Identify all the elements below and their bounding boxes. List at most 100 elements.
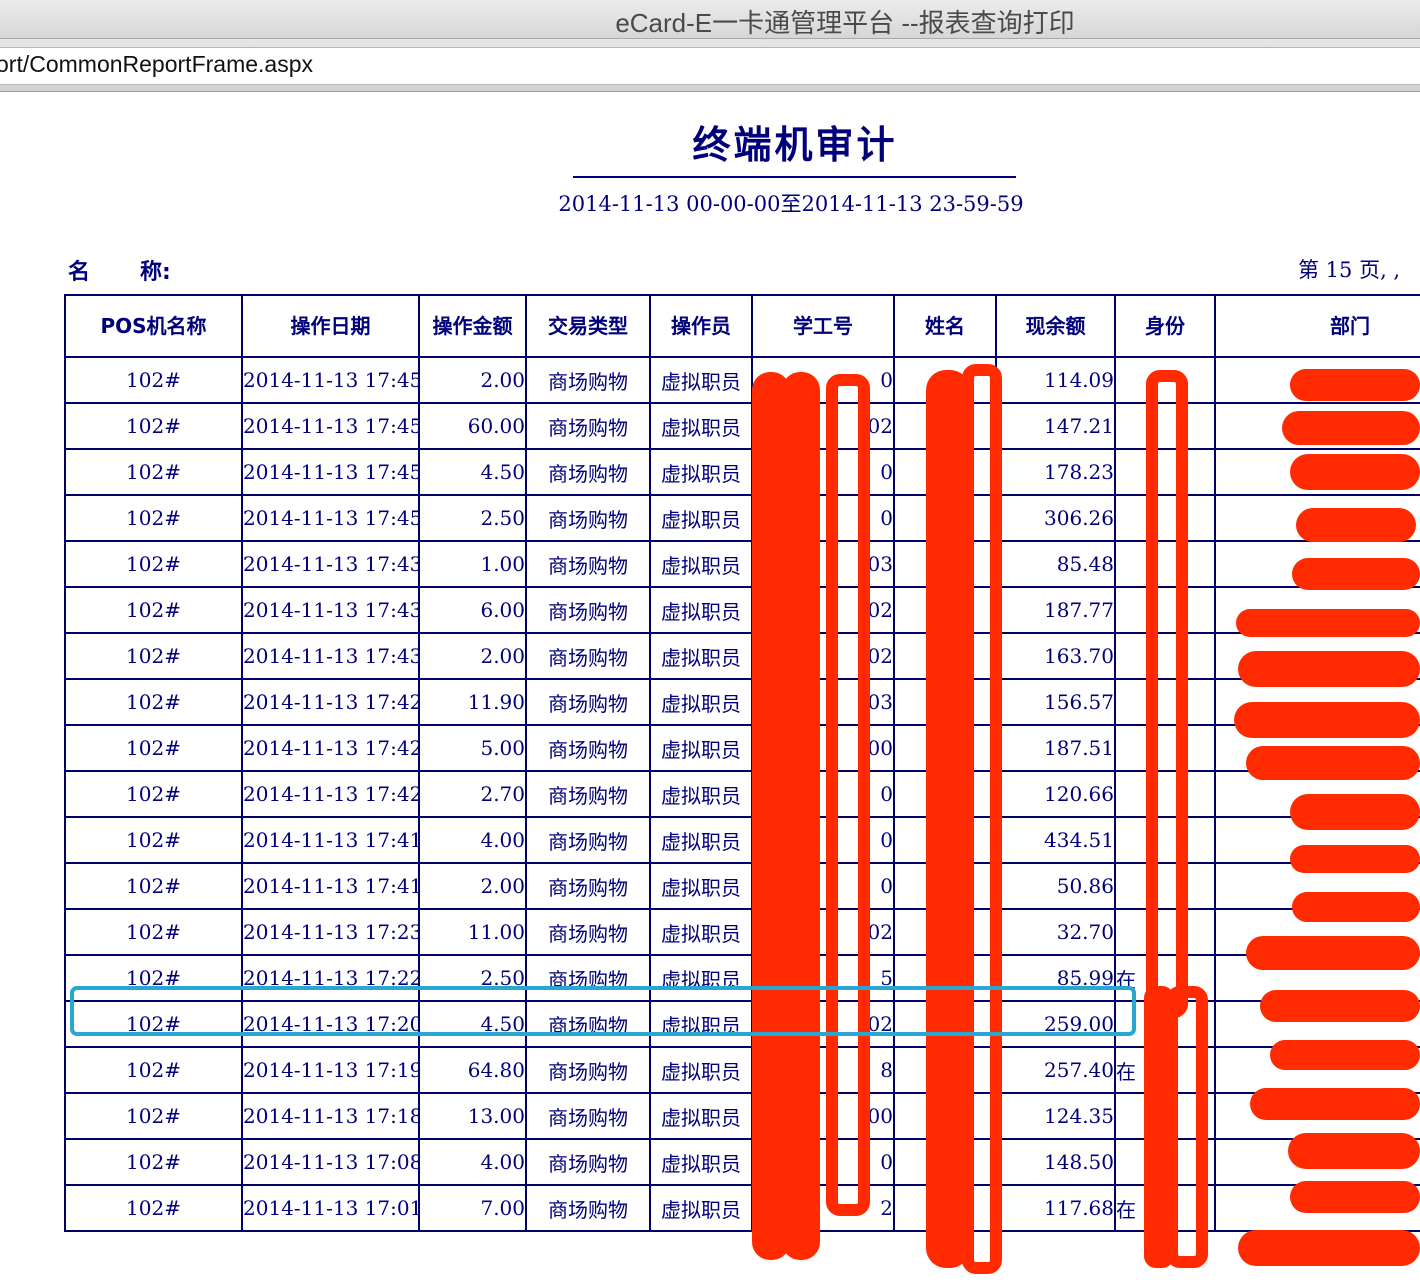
cell-pos: 102# [64,862,243,910]
page-indicator: 第 15 页, , [1298,258,1401,282]
cell-balance: 114.09 [995,356,1116,404]
redaction-mark [1292,558,1420,590]
redaction-mark [1290,1181,1420,1213]
redaction-mark [1238,651,1420,687]
cell-balance: 257.40 [995,1046,1116,1094]
cell-operator: 虚拟职员 [649,1092,753,1140]
cell-date: 2014-11-13 17:01 [241,1184,420,1232]
table-row: 102# 2014-11-13 17:01 7.00 商场购物 虚拟职员 2 117.68 在 [64,1184,1420,1232]
cell-date: 2014-11-13 17:42 [241,724,420,772]
cell-pos: 102# [64,724,243,772]
cell-type: 商场购物 [525,356,651,404]
cell-operator: 虚拟职员 [649,494,753,542]
cell-balance: 178.23 [995,448,1116,496]
cell-amount: 4.50 [418,448,527,496]
redaction-mark [1250,1088,1420,1120]
table-row: 102# 2014-11-13 17:45 4.50 商场购物 虚拟职员 0 178.23 [64,448,1420,496]
cell-type: 商场购物 [525,494,651,542]
cell-pos: 102# [64,356,243,404]
cell-amount: 64.80 [418,1046,527,1094]
cell-pos: 102# [64,1092,243,1140]
col-header-amount: 操作金额 [418,294,527,358]
cell-pos: 102# [64,1184,243,1232]
cell-date: 2014-11-13 17:08 [241,1138,420,1186]
cell-amount: 1.00 [418,540,527,588]
cell-amount: 2.00 [418,862,527,910]
redaction-mark [1236,609,1420,637]
redaction-mark [1144,986,1174,1268]
cell-date: 2014-11-13 17:43 [241,632,420,680]
cell-balance: 306.26 [995,494,1116,542]
audit-table: POS机名称 操作日期 操作金额 交易类型 操作员 学工号 姓名 现余额 身份 … [64,294,1420,1232]
cell-date: 2014-11-13 17:19 [241,1046,420,1094]
cell-balance: 117.68 [995,1184,1116,1232]
cell-balance: 187.77 [995,586,1116,634]
col-header-role: 身份 [1114,294,1216,358]
title-underline [573,176,1016,178]
redaction-mark [1270,1040,1420,1070]
url-field[interactable]: ort/CommonReportFrame.aspx [0,47,1420,85]
table-row: 102# 2014-11-13 17:42 2.70 商场购物 虚拟职员 0 120.66 [64,770,1420,818]
cell-type: 商场购物 [525,724,651,772]
cell-balance: 434.51 [995,816,1116,864]
cell-type: 商场购物 [525,448,651,496]
cell-date: 2014-11-13 17:45 [241,448,420,496]
cell-operator: 虚拟职员 [649,1046,753,1094]
redaction-mark [1234,702,1420,738]
table-row: 102# 2014-11-13 17:43 6.00 商场购物 虚拟职员 02 187.77 [64,586,1420,634]
cell-amount: 4.00 [418,816,527,864]
table-row: 102# 2014-11-13 17:18 13.00 商场购物 虚拟职员 00 124.3… [64,1092,1420,1140]
cell-pos: 102# [64,770,243,818]
cell-operator: 虚拟职员 [649,448,753,496]
cell-date: 2014-11-13 17:45 [241,356,420,404]
cell-balance: 50.86 [995,862,1116,910]
cell-balance: 156.57 [995,678,1116,726]
highlighted-row-outline [70,986,1136,1036]
cell-operator: 虚拟职员 [649,724,753,772]
cell-date: 2014-11-13 17:42 [241,678,420,726]
cell-balance: 124.35 [995,1092,1116,1140]
cell-balance: 120.66 [995,770,1116,818]
redaction-mark [1290,845,1420,873]
col-header-id: 学工号 [751,294,895,358]
cell-operator: 虚拟职员 [649,356,753,404]
cell-pos: 102# [64,816,243,864]
cell-date: 2014-11-13 17:23 [241,908,420,956]
cell-balance: 148.50 [995,1138,1116,1186]
cell-date: 2014-11-13 17:42 [241,770,420,818]
cell-type: 商场购物 [525,632,651,680]
col-header-balance: 现余额 [995,294,1116,358]
redaction-mark [1290,454,1420,490]
cell-pos: 102# [64,448,243,496]
cell-operator: 虚拟职员 [649,402,753,450]
report-name-label: 名 称: [68,254,171,286]
window-title: eCard-E一卡通管理平台 --报表查询打印 [615,8,1075,38]
cell-amount: 2.50 [418,494,527,542]
cell-balance: 85.48 [995,540,1116,588]
cell-pos: 102# [64,402,243,450]
redaction-mark [1296,508,1416,542]
redaction-mark [1288,1133,1420,1169]
cell-pos: 102# [64,540,243,588]
col-header-operator: 操作员 [649,294,753,358]
redaction-mark [1290,369,1420,401]
table-row: 102# 2014-11-13 17:45 60.00 商场购物 虚拟职员 02 147.2… [64,402,1420,450]
col-header-pos: POS机名称 [64,294,243,358]
cell-amount: 13.00 [418,1092,527,1140]
report-date-range: 2014-11-13 00-00-00至2014-11-13 23-59-59 [558,192,1024,216]
table-row: 102# 2014-11-13 17:41 4.00 商场购物 虚拟职员 0 434.51 [64,816,1420,864]
table-row: 102# 2014-11-13 17:23 11.00 商场购物 虚拟职员 02 32.70 [64,908,1420,956]
cell-type: 商场购物 [525,908,651,956]
table-row: 102# 2014-11-13 17:08 4.00 商场购物 虚拟职员 0 148.50 [64,1138,1420,1186]
cell-date: 2014-11-13 17:43 [241,586,420,634]
cell-type: 商场购物 [525,586,651,634]
cell-date: 2014-11-13 17:18 [241,1092,420,1140]
cell-operator: 虚拟职员 [649,540,753,588]
redaction-mark [1260,990,1420,1022]
cell-date: 2014-11-13 17:45 [241,402,420,450]
col-header-name: 姓名 [893,294,997,358]
cell-amount: 2.70 [418,770,527,818]
redaction-mark [1246,746,1420,780]
cell-date: 2014-11-13 17:43 [241,540,420,588]
cell-operator: 虚拟职员 [649,1184,753,1232]
